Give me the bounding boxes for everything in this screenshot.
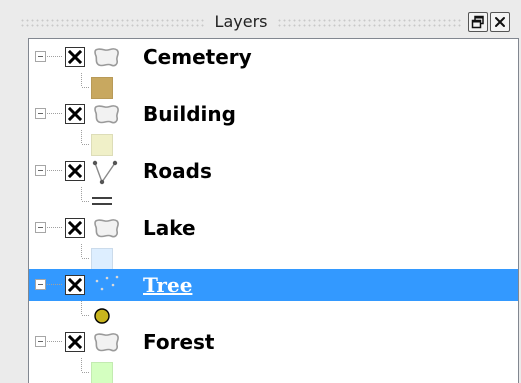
collapse-toggle[interactable]: [35, 108, 46, 119]
tree-connector-vertical: [81, 73, 82, 87]
collapse-toggle[interactable]: [35, 279, 46, 290]
polygon-layer-icon: [94, 219, 119, 238]
line-layer-icon: [92, 160, 118, 185]
symbol-swatch[interactable]: [91, 134, 113, 156]
layer-name[interactable]: Building: [143, 101, 236, 127]
tree-connector: [47, 341, 63, 342]
check-x-icon: [68, 278, 82, 292]
layer-row[interactable]: Tree: [29, 269, 518, 301]
tree-connector-child: [82, 258, 90, 259]
visibility-checkbox[interactable]: [65, 218, 85, 238]
float-restore-icon: [471, 15, 484, 29]
layer-type-icon-holder: [91, 273, 121, 299]
tree-connector-child: [82, 201, 90, 202]
titlebar-buttons: [468, 12, 511, 32]
polygon-layer-icon: [94, 48, 119, 67]
layer-name[interactable]: Roads: [143, 158, 212, 184]
layer-name[interactable]: Lake: [143, 215, 196, 241]
symbol-swatch[interactable]: [91, 191, 113, 213]
symbol-swatch[interactable]: [91, 305, 113, 327]
tree-connector-child: [82, 315, 90, 316]
layer-type-icon-holder: [91, 45, 121, 71]
layer-type-icon-holder: [91, 159, 121, 185]
visibility-checkbox[interactable]: [65, 332, 85, 352]
close-button[interactable]: [490, 12, 511, 32]
layer-name[interactable]: Tree: [143, 272, 192, 298]
layer-tree[interactable]: Cemetery Building Roads Lake Tree Forest: [28, 38, 519, 383]
layer-row[interactable]: Roads: [29, 155, 518, 187]
layer-name[interactable]: Cemetery: [143, 44, 252, 70]
tree-connector-vertical: [81, 244, 82, 258]
float-button[interactable]: [468, 12, 489, 32]
tree-connector-vertical: [81, 301, 82, 315]
tree-connector-child: [82, 372, 90, 373]
layer-row[interactable]: Cemetery: [29, 41, 518, 73]
line-symbol-icon: [92, 197, 112, 205]
tree-connector: [47, 113, 63, 114]
collapse-toggle[interactable]: [35, 222, 46, 233]
symbol-swatch[interactable]: [91, 77, 113, 99]
tree-connector: [47, 227, 63, 228]
visibility-checkbox[interactable]: [65, 104, 85, 124]
tree-connector: [47, 56, 63, 57]
polygon-layer-icon: [94, 333, 119, 352]
layer-item-roads: Roads: [29, 155, 518, 213]
layer-row[interactable]: Building: [29, 98, 518, 130]
layer-item-building: Building: [29, 98, 518, 156]
layer-type-icon-holder: [91, 330, 121, 356]
layer-type-icon-holder: [91, 102, 121, 128]
tree-connector-vertical: [81, 130, 82, 144]
panel-titlebar[interactable]: Layers: [20, 8, 511, 36]
tree-connector: [47, 170, 63, 171]
symbol-swatch[interactable]: [91, 362, 113, 383]
collapse-toggle[interactable]: [35, 165, 46, 176]
polygon-layer-icon: [94, 105, 119, 124]
point-symbol-icon: [94, 308, 110, 324]
symbol-swatch[interactable]: [91, 248, 113, 270]
layer-name[interactable]: Forest: [143, 329, 214, 355]
layer-item-tree: Tree: [29, 269, 518, 327]
titlebar-grip-left: [20, 18, 205, 28]
layer-type-icon-holder: [91, 216, 121, 242]
check-x-icon: [68, 164, 82, 178]
layer-row[interactable]: Forest: [29, 326, 518, 358]
panel-title: Layers: [214, 12, 268, 31]
visibility-checkbox[interactable]: [65, 47, 85, 67]
check-x-icon: [68, 335, 82, 349]
tree-connector-child: [82, 144, 90, 145]
tree-connector-child: [82, 87, 90, 88]
check-x-icon: [68, 50, 82, 64]
tree-connector-vertical: [81, 358, 82, 372]
check-x-icon: [68, 221, 82, 235]
tree-connector: [47, 284, 63, 285]
tree-connector-vertical: [81, 187, 82, 201]
layer-item-forest: Forest: [29, 326, 518, 383]
visibility-checkbox[interactable]: [65, 275, 85, 295]
titlebar-grip-right: [277, 18, 463, 28]
collapse-toggle[interactable]: [35, 51, 46, 62]
point-layer-icon: [95, 275, 119, 291]
layers-panel: Layers Cemetery Building Roads Lake Tree Fore…: [0, 0, 521, 383]
layer-item-cemetery: Cemetery: [29, 41, 518, 99]
visibility-checkbox[interactable]: [65, 161, 85, 181]
close-icon: [495, 17, 506, 27]
collapse-toggle[interactable]: [35, 336, 46, 347]
check-x-icon: [68, 107, 82, 121]
layer-item-lake: Lake: [29, 212, 518, 270]
layer-row[interactable]: Lake: [29, 212, 518, 244]
